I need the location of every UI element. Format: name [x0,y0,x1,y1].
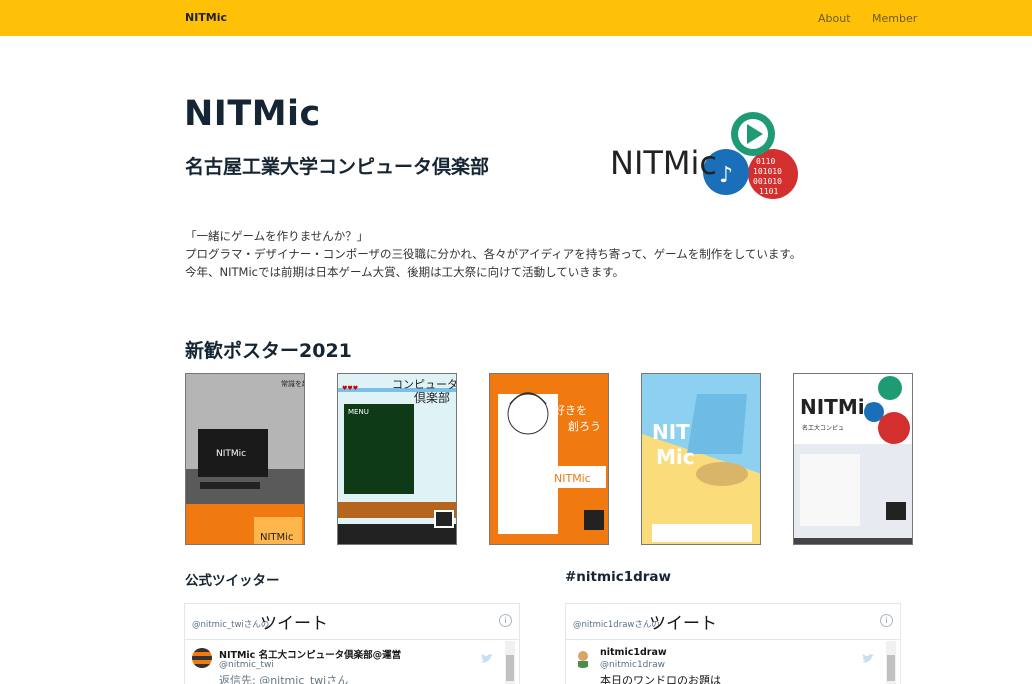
svg-text:Mic: Mic [656,445,695,469]
brand-link[interactable]: NITMic [185,11,227,24]
svg-text:倶楽部: 倶楽部 [414,390,450,405]
intro-line: 「一緒にゲームを作りませんか？」 [185,229,369,243]
draw-timeline[interactable]: @nitmic1drawさんの ツイート i nitmic1draw @nitm… [565,603,901,684]
svg-text:♪: ♪ [719,163,733,188]
svg-text:好きを: 好きを [554,403,587,417]
timeline-header: @nitmic1drawさんの ツイート i [566,604,900,640]
poster-1[interactable]: NITMic NITMic 常識を超えた [185,373,305,545]
intro-line: 今年、NITMicでは前期は日本ゲーム大賞、後期は工大祭に向けて活動していきます… [185,265,625,279]
svg-text:NITMic: NITMic [260,532,293,543]
poster-4[interactable]: NIT Mic [641,373,761,545]
club-intro: 「一緒にゲームを作りませんか？」 プログラマ・デザイナー・コンポーザの三役職に分… [185,227,885,281]
scrollbar[interactable] [886,641,896,684]
svg-text:0110: 0110 [756,157,775,166]
poster-3[interactable]: 好きを 創ろう NITMic [489,373,609,545]
scrollbar[interactable] [505,641,515,684]
timeline-header-title: ツイート [649,614,717,634]
tweet-author-handle[interactable]: @nitmic_twi [219,660,274,670]
tweet-text: 返信先: @nitmic_twiさん [219,674,349,684]
svg-text:NITMic: NITMic [216,449,246,459]
info-icon[interactable]: i [880,614,893,627]
timeline-handle[interactable]: @nitmic1drawさんの [573,618,660,630]
club-logo: 0110 101010 001010 1101 ♪ NITMic [606,112,802,204]
svg-text:1101: 1101 [759,187,778,196]
posters-section-title: 新歓ポスター2021 [185,340,352,362]
twitter-timeline[interactable]: @nitmic_twiさんの ツイート i NITMic 名工大コンピュータ倶楽… [184,603,520,684]
avatar[interactable] [573,648,593,668]
intro-line: プログラマ・デザイナー・コンポーザの三役職に分かれ、各々がアイディアを持ち寄って… [185,247,802,261]
twitter-bird-icon [481,649,493,663]
page-subtitle: 名古屋工業大学コンピュータ倶楽部 [185,156,490,178]
top-navbar: NITMic About Member [0,0,1032,36]
twitter-section-title: 公式ツイッター [185,573,280,589]
scrollbar-thumb[interactable] [506,655,514,681]
timeline-header-title: ツイート [260,614,328,634]
tweet-author-name[interactable]: NITMic 名工大コンピュータ倶楽部@運営 [219,647,401,661]
page-title: NITMic [184,94,321,134]
avatar[interactable] [192,648,212,668]
svg-text:NITMic: NITMic [610,144,717,182]
nav-link-member[interactable]: Member [872,12,917,25]
tweet-item[interactable]: nitmic1draw @nitmic1draw 本日のワンドロのお題は [566,640,900,684]
svg-text:101010: 101010 [753,167,782,176]
tweet-item[interactable]: NITMic 名工大コンピュータ倶楽部@運営 @nitmic_twi 返信先: … [185,640,519,684]
twitter-bird-icon [862,649,874,663]
timeline-header: @nitmic_twiさんの ツイート i [185,604,519,640]
svg-text:コンピュータ: コンピュータ [392,378,457,391]
svg-text:名工大コンピュ: 名工大コンピュ [802,424,844,432]
scrollbar-thumb[interactable] [887,655,895,681]
svg-text:♥♥♥: ♥♥♥ [342,385,358,392]
timeline-handle[interactable]: @nitmic_twiさんの [192,618,269,630]
svg-text:NITMic: NITMic [554,472,591,485]
info-icon[interactable]: i [499,614,512,627]
poster-2[interactable]: ♥♥♥ コンピュータ 倶楽部 MENU [337,373,457,545]
nav-link-about[interactable]: About [818,12,851,25]
svg-text:001010: 001010 [753,177,782,186]
svg-text:常識を超えた: 常識を超えた [281,379,305,388]
svg-text:NIT: NIT [652,420,690,444]
tweet-author-handle[interactable]: @nitmic1draw [600,660,665,670]
draw-section-title: #nitmic1draw [565,569,671,585]
poster-5[interactable]: NITMic 名工大コンピュ [793,373,913,545]
tweet-author-name[interactable]: nitmic1draw [600,647,667,658]
svg-text:創ろう: 創ろう [568,419,601,433]
tweet-text: 本日のワンドロのお題は [600,674,721,684]
svg-text:MENU: MENU [348,408,369,416]
